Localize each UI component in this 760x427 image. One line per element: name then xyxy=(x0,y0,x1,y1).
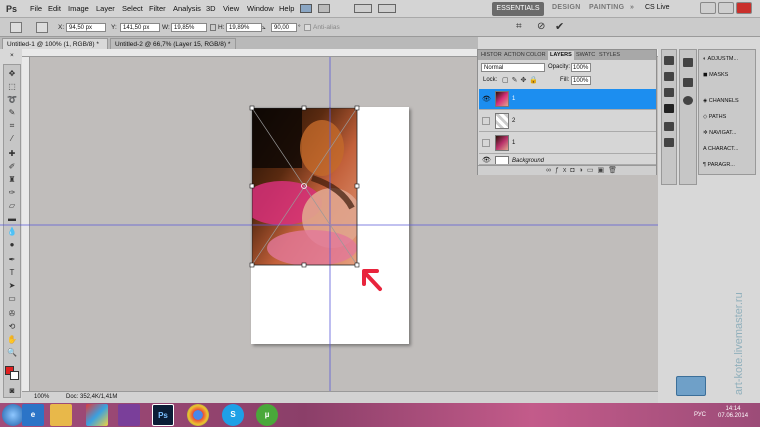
layer-name[interactable]: Background xyxy=(512,158,544,164)
panel-label: ADJUSTM... xyxy=(707,56,739,62)
document-size: Doc: 352,4K/1,41M xyxy=(66,394,118,400)
tab-styles[interactable]: STYLES xyxy=(599,52,620,58)
layer-name[interactable]: 1 xyxy=(512,140,515,146)
layers-footer: ∞ƒx◘◑▭▣🗑 xyxy=(478,165,656,175)
start-button[interactable] xyxy=(2,404,24,426)
clock-time: 14:14 xyxy=(725,406,741,412)
dock-icon-color[interactable] xyxy=(664,88,674,97)
transform-handle xyxy=(249,183,255,189)
transform-handle xyxy=(301,262,307,268)
icon-dock-mid xyxy=(661,49,677,185)
opacity-field[interactable]: 100% xyxy=(571,63,591,72)
transform-handle xyxy=(301,105,307,111)
dock-icon-layers[interactable] xyxy=(664,104,674,113)
masks-panel-button[interactable]: ◼ MASKS xyxy=(703,72,728,78)
tab-swatches[interactable]: SWATC xyxy=(576,52,595,58)
layer-row[interactable]: 2 xyxy=(479,111,656,132)
panel-label: CHANNELS xyxy=(708,98,739,104)
blend-mode-select[interactable]: Normal xyxy=(481,63,545,72)
character-panel-button[interactable]: A CHARACT... xyxy=(703,146,738,152)
layer-row[interactable]: 👁 Background xyxy=(479,155,656,165)
system-clock[interactable]: 14:14 07.06.2014 xyxy=(718,406,748,420)
layers-panel: HISTOR ACTION COLOR LAYERS SWATC STYLES … xyxy=(477,49,657,175)
explorer-icon[interactable] xyxy=(50,404,72,426)
tab-actions[interactable]: ACTION xyxy=(504,52,525,58)
dock-icon-actions[interactable] xyxy=(664,72,674,81)
channels-panel-button[interactable]: ◈ CHANNELS xyxy=(703,98,739,104)
language-indicator[interactable]: РУС xyxy=(694,412,706,418)
tab-layers[interactable]: LAYERS xyxy=(548,51,574,60)
visibility-eye-icon[interactable]: 👁 xyxy=(482,95,491,104)
icon-dock-right xyxy=(679,49,697,185)
transform-handle xyxy=(354,262,360,268)
lock-icons[interactable]: ▢✎✥🔒 xyxy=(502,76,541,84)
chrome-icon[interactable] xyxy=(187,404,209,426)
transform-handle xyxy=(354,105,360,111)
app-icon[interactable] xyxy=(86,404,108,426)
layer-row[interactable]: 1 xyxy=(479,133,656,154)
dock-icon-clone[interactable] xyxy=(683,78,693,87)
panel-label: PARAGR... xyxy=(707,162,735,168)
lock-label: Lock: xyxy=(483,77,498,83)
fill-field[interactable]: 100% xyxy=(571,76,591,85)
layer-action-icons[interactable]: ∞ƒx◘◑▭▣🗑 xyxy=(546,166,621,174)
layer-row[interactable]: 👁 1 xyxy=(479,89,656,110)
visibility-eye-icon[interactable]: 👁 xyxy=(482,156,491,164)
dock-icon-swatches[interactable] xyxy=(664,122,674,131)
tab-color[interactable]: COLOR xyxy=(526,52,546,58)
transform-handle xyxy=(249,262,255,268)
clock-date: 07.06.2014 xyxy=(718,413,749,419)
dock-icon-history[interactable] xyxy=(664,56,674,65)
zoom-level[interactable]: 100% xyxy=(34,394,49,400)
collapsed-panels-list: ◐ ADJUSTM... ◼ MASKS ◈ CHANNELS ◇ PATHS … xyxy=(698,49,756,175)
adjustments-panel-button[interactable]: ◐ ADJUSTM... xyxy=(703,56,738,62)
paragraph-panel-button[interactable]: ¶ PARAGR... xyxy=(703,162,735,168)
panel-label: CHARACT... xyxy=(707,146,739,152)
status-bar: 100% Doc: 352,4K/1,41M xyxy=(22,391,658,403)
navigator-panel-button[interactable]: ✲ NAVIGAT... xyxy=(703,130,736,136)
dock-icon-brush[interactable] xyxy=(683,58,693,67)
layer-name[interactable]: 2 xyxy=(512,118,515,124)
panel-label: NAVIGAT... xyxy=(709,130,737,136)
transform-handle xyxy=(249,105,255,111)
dock-icon-info[interactable] xyxy=(683,96,693,105)
tab-history[interactable]: HISTOR xyxy=(481,52,502,58)
layer-thumbnail xyxy=(495,113,509,129)
red-arrow-annotation xyxy=(362,269,382,291)
app2-icon[interactable] xyxy=(118,404,140,426)
opacity-label: Opacity: xyxy=(548,64,571,70)
panel-tab-strip: HISTOR ACTION COLOR LAYERS SWATC STYLES xyxy=(478,50,656,60)
fill-label: Fill: xyxy=(560,77,570,83)
layer-name[interactable]: 1 xyxy=(512,96,515,102)
ie-icon[interactable]: e xyxy=(22,404,44,426)
visibility-toggle[interactable] xyxy=(482,117,490,125)
watermark-text: art-kote.livemaster.ru xyxy=(733,292,745,395)
windows-taskbar xyxy=(0,403,760,427)
layer-thumbnail xyxy=(495,135,509,151)
widget-icon[interactable] xyxy=(676,376,706,396)
photoshop-icon[interactable]: Ps xyxy=(152,404,174,426)
layer-thumbnail xyxy=(495,156,509,164)
skype-icon[interactable]: S xyxy=(222,404,244,426)
panel-label: PATHS xyxy=(708,114,727,120)
panel-label: MASKS xyxy=(709,72,729,78)
transform-handle xyxy=(354,183,360,189)
dock-icon-styles[interactable] xyxy=(664,138,674,147)
utorrent-icon[interactable]: µ xyxy=(256,404,278,426)
visibility-toggle[interactable] xyxy=(482,139,490,147)
paths-panel-button[interactable]: ◇ PATHS xyxy=(703,114,726,120)
layer-thumbnail xyxy=(495,91,509,107)
